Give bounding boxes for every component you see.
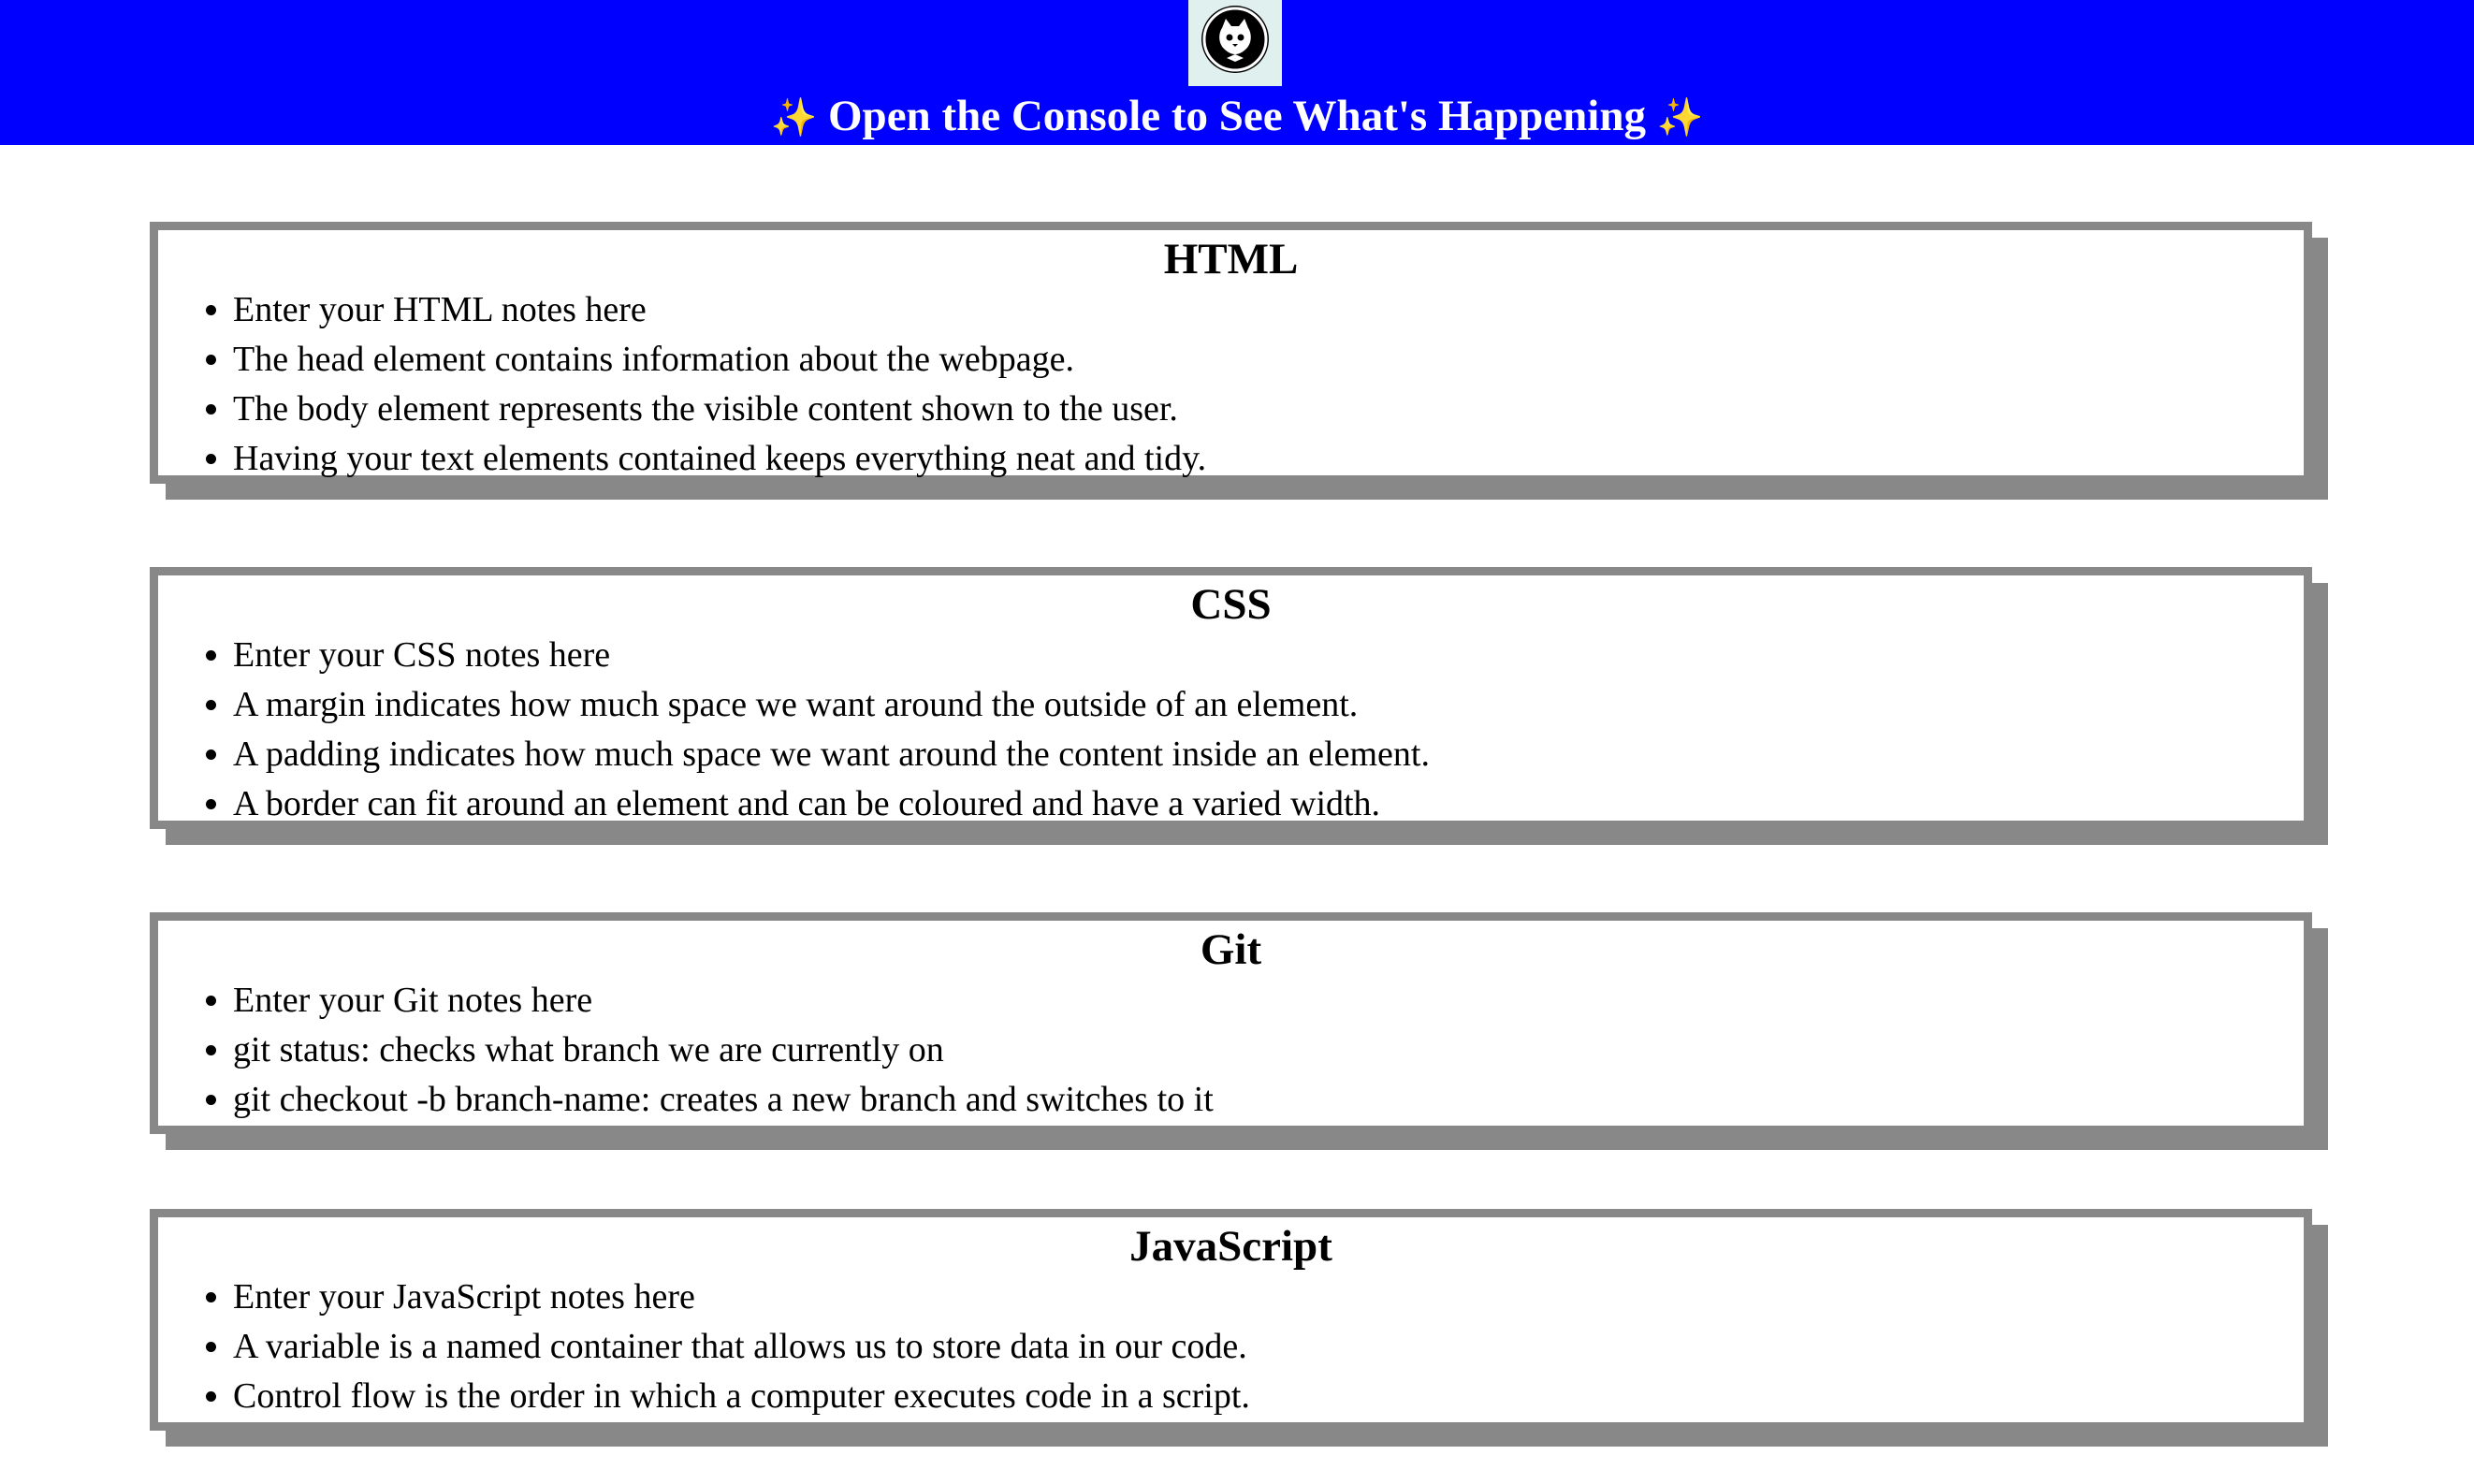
- list-item: A border can fit around an element and c…: [233, 779, 2304, 829]
- page-title-text: Open the Console to See What's Happening: [828, 92, 1646, 140]
- notes-list: Enter your CSS notes here A margin indic…: [158, 631, 2304, 829]
- card-title: CSS: [1190, 580, 1272, 629]
- cat-face-icon: [1201, 6, 1269, 73]
- notes-card-git: Git Enter your Git notes here git status…: [150, 912, 2312, 1134]
- list-item: git checkout -b branch-name: creates a n…: [233, 1075, 2304, 1125]
- list-item: The body element represents the visible …: [233, 385, 2304, 434]
- list-item: git status: checks what branch we are cu…: [233, 1026, 2304, 1075]
- list-item: Enter your JavaScript notes here: [233, 1273, 2304, 1322]
- logo: [1188, 0, 1282, 86]
- card-title: Git: [1200, 925, 1262, 974]
- list-item: Enter your HTML notes here: [233, 285, 2304, 335]
- notes-list: Enter your JavaScript notes here A varia…: [158, 1273, 2304, 1421]
- list-item: Enter your Git notes here: [233, 976, 2304, 1026]
- notes-card-html: HTML Enter your HTML notes here The head…: [150, 222, 2312, 484]
- list-item: A padding indicates how much space we wa…: [233, 730, 2304, 779]
- list-item: Enter your CSS notes here: [233, 631, 2304, 680]
- page-title: ✨ Open the Console to See What's Happeni…: [0, 86, 2474, 148]
- notes-list: Enter your Git notes here git status: ch…: [158, 976, 2304, 1125]
- list-item: The head element contains information ab…: [233, 335, 2304, 385]
- notes-card-css: CSS Enter your CSS notes here A margin i…: [150, 567, 2312, 829]
- list-item: A margin indicates how much space we wan…: [233, 680, 2304, 730]
- list-item: A variable is a named container that all…: [233, 1322, 2304, 1372]
- sparkles-icon: ✨: [770, 96, 818, 139]
- list-item: Control flow is the order in which a com…: [233, 1372, 2304, 1421]
- card-title: HTML: [1163, 235, 1299, 284]
- notes-card-javascript: JavaScript Enter your JavaScript notes h…: [150, 1209, 2312, 1431]
- sparkles-icon: ✨: [1656, 96, 1704, 139]
- notes-list: Enter your HTML notes here The head elem…: [158, 285, 2304, 484]
- list-item: Having your text elements contained keep…: [233, 434, 2304, 484]
- page-header: ✨ Open the Console to See What's Happeni…: [0, 0, 2474, 145]
- card-title: JavaScript: [1129, 1222, 1332, 1271]
